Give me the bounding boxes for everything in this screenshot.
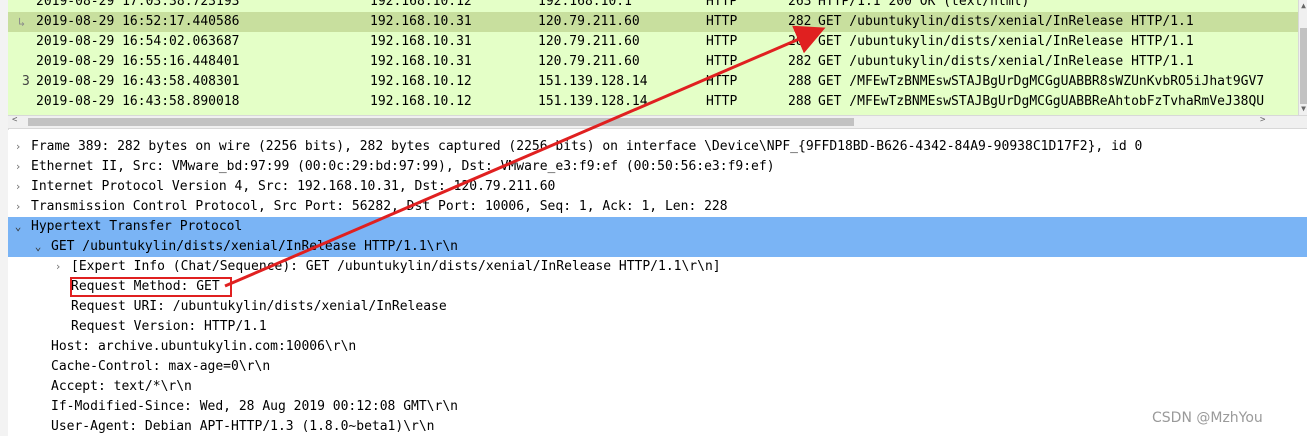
tree-item-label: Cache-Control: max-age=0\r\n — [51, 359, 271, 374]
tree-item-label: GET /ubuntukylin/dists/xenial/InRelease … — [51, 239, 458, 254]
packet-destination: 120.79.211.60 — [538, 34, 640, 49]
tree-item-user-agent[interactable]: User-Agent: Debian APT-HTTP/1.3 (1.8.0~b… — [8, 417, 1307, 437]
scroll-up-icon[interactable]: ▲ — [1299, 1, 1307, 10]
packet-length: 282 — [788, 54, 812, 69]
packet-source: 192.168.10.31 — [370, 14, 472, 29]
tree-item-ethernet[interactable]: › Ethernet II, Src: VMware_bd:97:99 (00:… — [8, 157, 1307, 177]
packet-time: 2019-08-29 17:03:38.723193 — [36, 0, 240, 9]
tree-item-tcp[interactable]: › Transmission Control Protocol, Src Por… — [8, 197, 1307, 217]
expand-arrow-icon[interactable]: › — [12, 137, 24, 157]
packet-protocol: HTTP — [706, 54, 738, 69]
packet-protocol: HTTP — [706, 0, 738, 9]
expand-arrow-icon[interactable]: › — [12, 157, 24, 177]
packet-destination: 151.139.128.14 — [538, 74, 648, 89]
packet-row[interactable]: 2019-08-29 16:55:16.448401 192.168.10.31… — [8, 52, 1298, 72]
packet-protocol: HTTP — [706, 14, 738, 29]
packet-info: HTTP/1.1 200 OK (text/html) — [818, 0, 1030, 9]
tree-item-label: Frame 389: 282 bytes on wire (2256 bits)… — [31, 139, 1143, 154]
packet-info: GET /ubuntukylin/dists/xenial/InRelease … — [818, 34, 1194, 49]
packet-time: 2019-08-29 16:43:58.408301 — [36, 74, 240, 89]
related-packet-icon: ↳ — [18, 15, 26, 29]
tree-item-label: Transmission Control Protocol, Src Port:… — [31, 199, 728, 214]
packet-destination: 192.168.10.1 — [538, 0, 632, 9]
expand-arrow-icon[interactable]: › — [52, 257, 64, 277]
tree-item-http[interactable]: ⌄ Hypertext Transfer Protocol — [8, 217, 1307, 237]
scrollbar-thumb[interactable] — [1300, 28, 1307, 104]
packet-time: 2019-08-29 16:52:17.440586 — [36, 14, 240, 29]
packet-info: GET /ubuntukylin/dists/xenial/InRelease … — [818, 54, 1194, 69]
packet-destination: 120.79.211.60 — [538, 54, 640, 69]
packet-info: GET /MFEwTzBNMEswSTAJBgUrDgMCGgUABBR8sWZ… — [818, 74, 1265, 89]
tree-item-label: If-Modified-Since: Wed, 28 Aug 2019 00:1… — [51, 399, 458, 414]
packet-list[interactable]: 2019-08-29 17:03:38.723193 192.168.10.12… — [8, 0, 1298, 115]
tree-item-expert-info[interactable]: › [Expert Info (Chat/Sequence): GET /ubu… — [8, 257, 1307, 277]
packet-row[interactable]: 3 2019-08-29 16:43:58.408301 192.168.10.… — [8, 72, 1298, 92]
packet-row[interactable]: 2019-08-29 16:54:02.063687 192.168.10.31… — [8, 32, 1298, 52]
tree-item-label: Hypertext Transfer Protocol — [31, 219, 243, 234]
tree-item-request-uri[interactable]: Request URI: /ubuntukylin/dists/xenial/I… — [8, 297, 1307, 317]
tree-item-cache-control[interactable]: Cache-Control: max-age=0\r\n — [8, 357, 1307, 377]
collapse-arrow-icon[interactable]: ⌄ — [12, 217, 24, 237]
tree-item-label: User-Agent: Debian APT-HTTP/1.3 (1.8.0~b… — [51, 419, 435, 434]
tree-item-label: Request URI: /ubuntukylin/dists/xenial/I… — [71, 299, 447, 314]
packet-destination: 120.79.211.60 — [538, 14, 640, 29]
tree-item-request-version[interactable]: Request Version: HTTP/1.1 — [8, 317, 1307, 337]
packet-time: 2019-08-29 16:55:16.448401 — [36, 54, 240, 69]
packet-list-horizontal-scrollbar[interactable]: < > — [8, 115, 1307, 129]
tree-item-label: Request Version: HTTP/1.1 — [71, 319, 267, 334]
packet-info: GET /ubuntukylin/dists/xenial/InRelease … — [818, 14, 1194, 29]
annotation-highlight-box — [70, 277, 232, 297]
scroll-down-icon[interactable]: ▼ — [1299, 104, 1307, 113]
packet-details-tree[interactable]: › Frame 389: 282 bytes on wire (2256 bit… — [8, 130, 1307, 436]
tree-item-host[interactable]: Host: archive.ubuntukylin.com:10006\r\n — [8, 337, 1307, 357]
packet-info: GET /MFEwTzBNMEswSTAJBgUrDgMCGgUABBReAht… — [818, 94, 1265, 109]
packet-length: 263 — [788, 0, 812, 9]
tree-item-label: Internet Protocol Version 4, Src: 192.16… — [31, 179, 556, 194]
packet-source: 192.168.10.12 — [370, 94, 472, 109]
tree-item-accept[interactable]: Accept: text/*\r\n — [8, 377, 1307, 397]
packet-source: 192.168.10.31 — [370, 54, 472, 69]
tree-item-request-line[interactable]: ⌄ GET /ubuntukylin/dists/xenial/InReleas… — [8, 237, 1307, 257]
tree-item-if-modified-since[interactable]: If-Modified-Since: Wed, 28 Aug 2019 00:1… — [8, 397, 1307, 417]
packet-row[interactable]: 2019-08-29 17:03:38.723193 192.168.10.12… — [8, 0, 1298, 12]
packet-source: 192.168.10.12 — [370, 74, 472, 89]
scroll-left-icon[interactable]: < — [12, 115, 17, 125]
tree-item-label: Accept: text/*\r\n — [51, 379, 192, 394]
collapse-arrow-icon[interactable]: ⌄ — [32, 237, 44, 257]
packet-source: 192.168.10.31 — [370, 34, 472, 49]
packet-source: 192.168.10.12 — [370, 0, 472, 9]
tree-item-ipv4[interactable]: › Internet Protocol Version 4, Src: 192.… — [8, 177, 1307, 197]
packet-length: 288 — [788, 74, 812, 89]
packet-destination: 151.139.128.14 — [538, 94, 648, 109]
packet-time: 2019-08-29 16:54:02.063687 — [36, 34, 240, 49]
packet-row[interactable]: 2019-08-29 16:43:58.890018 192.168.10.12… — [8, 92, 1298, 112]
packet-time: 2019-08-29 16:43:58.890018 — [36, 94, 240, 109]
packet-protocol: HTTP — [706, 94, 738, 109]
expand-arrow-icon[interactable]: › — [12, 177, 24, 197]
packet-length: 282 — [788, 14, 812, 29]
tree-item-frame[interactable]: › Frame 389: 282 bytes on wire (2256 bit… — [8, 137, 1307, 157]
packet-row-selected[interactable]: ↳ 2019-08-29 16:52:17.440586 192.168.10.… — [8, 12, 1298, 32]
tree-item-label: Ethernet II, Src: VMware_bd:97:99 (00:0c… — [31, 159, 775, 174]
packet-protocol: HTTP — [706, 74, 738, 89]
scrollbar-thumb[interactable] — [28, 118, 854, 126]
packet-no: 3 — [22, 74, 30, 89]
packet-length: 282 — [788, 34, 812, 49]
packet-protocol: HTTP — [706, 34, 738, 49]
packet-list-vertical-scrollbar[interactable]: ▲ ▼ — [1298, 0, 1307, 115]
tree-item-label: [Expert Info (Chat/Sequence): GET /ubunt… — [71, 259, 721, 274]
tree-item-label: Host: archive.ubuntukylin.com:10006\r\n — [51, 339, 357, 354]
scroll-right-icon[interactable]: > — [1260, 115, 1265, 125]
expand-arrow-icon[interactable]: › — [12, 197, 24, 217]
watermark: CSDN @MzhYou — [1152, 410, 1263, 426]
packet-length: 288 — [788, 94, 812, 109]
